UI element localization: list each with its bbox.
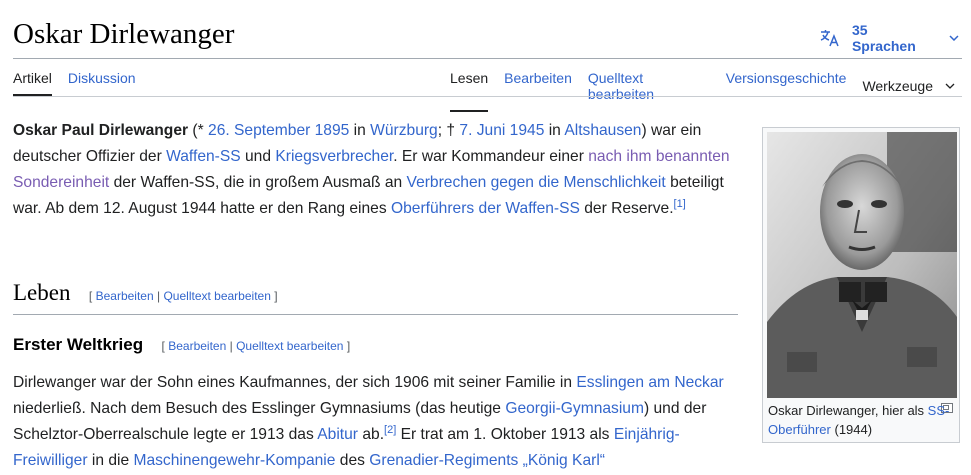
link-grenadier-regiment[interactable]: Grenadier-Regiments „König Karl“ [369, 452, 605, 469]
text: (* [188, 122, 209, 139]
reference-2[interactable]: [2] [384, 424, 396, 436]
text: und [240, 148, 276, 165]
text: . Er war Kommandeur einer [393, 148, 589, 165]
text: in die [87, 452, 134, 469]
heading-text: Erster Weltkrieg [13, 335, 144, 354]
edit-link[interactable]: Bearbeiten [168, 339, 226, 353]
view-tabs: Lesen Bearbeiten Quelltext bearbeiten Ve… [450, 70, 971, 112]
text: der Reserve. [579, 200, 674, 217]
tab-versionsgeschichte[interactable]: Versionsgeschichte [726, 70, 847, 110]
link-kriegsverbrecher[interactable]: Kriegsverbrecher [275, 148, 393, 165]
translate-icon [820, 30, 839, 47]
bracket: ] [274, 289, 278, 303]
section-edit-links: [ Bearbeiten | Quelltext bearbeiten ] [89, 289, 278, 303]
tools-label: Werkzeuge [862, 78, 933, 94]
section-heading-erster-weltkrieg: Erster Weltkrieg [ Bearbeiten | Quelltex… [13, 335, 350, 355]
bracket: [ [161, 339, 165, 353]
languages-label: 35 Sprachen [851, 22, 916, 54]
text: in [349, 122, 371, 139]
link-birth-date[interactable]: 26. September 1895 [208, 122, 349, 139]
portrait-photo[interactable] [767, 132, 957, 398]
image-caption: Oskar Dirlewanger, hier als SS-Oberführe… [768, 401, 954, 439]
link-birth-place[interactable]: Würzburg [370, 122, 438, 139]
tab-diskussion[interactable]: Diskussion [68, 70, 136, 94]
text: Dirlewanger war der Sohn eines Kaufmanne… [13, 374, 577, 391]
portrait-image [767, 132, 957, 398]
caption-text: (1944) [830, 422, 873, 437]
link-death-date[interactable]: 7. Juni 1945 [459, 122, 544, 139]
text: Er trat am 1. Oktober 1913 als [396, 426, 614, 443]
link-georgii-gymnasium[interactable]: Georgii-Gymnasium [505, 400, 644, 417]
bracket: ] [346, 339, 351, 353]
separator: | [229, 339, 233, 353]
source-edit-link[interactable]: Quelltext bearbeiten [163, 289, 270, 303]
link-maschinengewehr-kompanie[interactable]: Maschinengewehr-Kompanie [133, 452, 335, 469]
tab-lesen[interactable]: Lesen [450, 70, 489, 112]
edit-link[interactable]: Bearbeiten [96, 289, 154, 303]
tools-menu[interactable]: Werkzeuge [862, 70, 955, 110]
page-title: Oskar Dirlewanger [13, 18, 235, 50]
text: der Waffen-SS, die in großem Ausmaß an [109, 174, 407, 191]
heading-text: Leben [13, 280, 71, 305]
language-selector[interactable]: 35 Sprachen [820, 22, 971, 54]
link-waffen-ss[interactable]: Waffen-SS [166, 148, 241, 165]
bracket: [ [88, 289, 93, 303]
link-verbrechen[interactable]: Verbrechen gegen die Menschlichkeit [407, 174, 666, 191]
text: niederließ. Nach dem Besuch des Esslinge… [13, 400, 506, 417]
text: des [335, 452, 370, 469]
text: in [544, 122, 565, 139]
infobox: Oskar Dirlewanger, hier als SS-Oberführe… [762, 127, 960, 443]
link-death-place[interactable]: Altshausen [564, 122, 641, 139]
caption-text: Oskar Dirlewanger, hier als [768, 403, 928, 418]
link-oberfuehrer[interactable]: Oberführers der Waffen-SS [391, 200, 580, 217]
namespace-tabs: Artikel Diskussion [13, 70, 152, 96]
section-edit-links: [ Bearbeiten | Quelltext bearbeiten ] [162, 339, 351, 353]
reference-1[interactable]: [1] [674, 198, 686, 210]
chevron-down-icon [945, 83, 955, 89]
tabs-divider [13, 96, 962, 97]
tab-bearbeiten[interactable]: Bearbeiten [504, 70, 572, 110]
tab-quelltext-bearbeiten[interactable]: Quelltext bearbeiten [588, 70, 710, 110]
title-divider [13, 58, 962, 59]
tab-artikel[interactable]: Artikel [13, 70, 52, 96]
subject-name: Oskar Paul Dirlewanger [13, 122, 189, 139]
intro-paragraph: Oskar Paul Dirlewanger (* 26. September … [13, 118, 738, 222]
link-esslingen[interactable]: Esslingen am Neckar [576, 374, 723, 391]
section-heading-leben: Leben [ Bearbeiten | Quelltext bearbeite… [13, 280, 738, 315]
source-edit-link[interactable]: Quelltext bearbeiten [236, 339, 343, 353]
link-abitur[interactable]: Abitur [317, 426, 358, 443]
chevron-down-icon [949, 35, 959, 41]
text: ab. [358, 426, 385, 443]
separator: | [157, 289, 161, 303]
text: ; † [437, 122, 460, 139]
weltkrieg-paragraph: Dirlewanger war der Sohn eines Kaufmanne… [13, 370, 738, 474]
